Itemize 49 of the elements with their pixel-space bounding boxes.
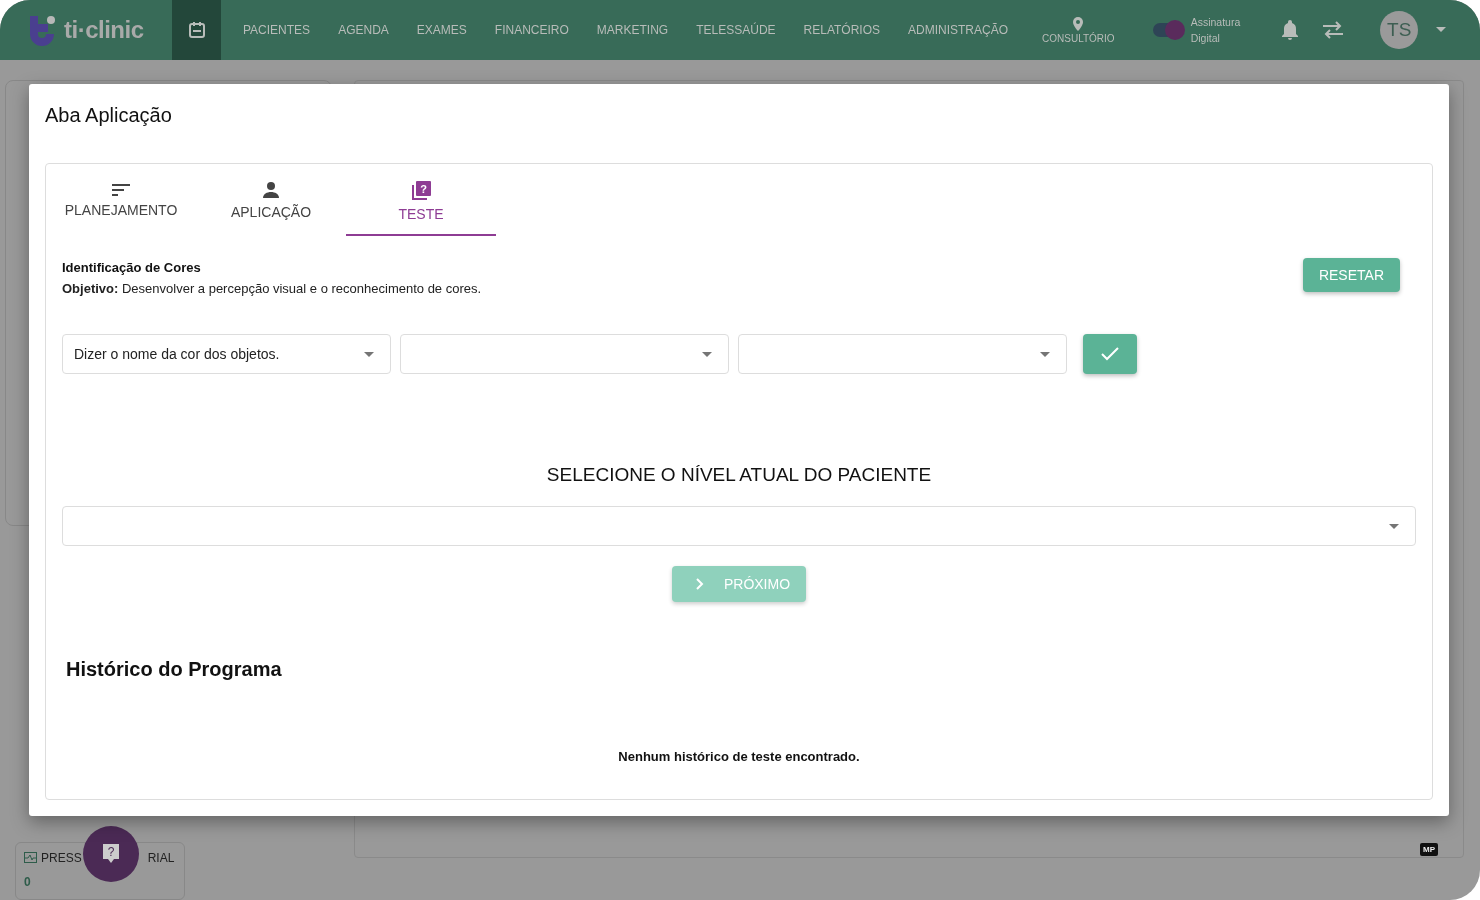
nav-link[interactable]: EXAMES (402, 23, 481, 37)
modal-title: Aba Aplicação (45, 104, 173, 127)
caret-icon (1040, 351, 1050, 357)
nav-link[interactable]: ADMINISTRAÇÃO (894, 23, 1023, 37)
calendar-icon (187, 21, 206, 39)
level-dropdown-field[interactable] (62, 506, 1416, 546)
section-heading: SELECIONE O NÍVEL ATUAL DO PACIENTE (545, 464, 933, 486)
caret-icon (1389, 523, 1399, 529)
caret-icon[interactable] (1436, 27, 1447, 33)
card-value: 0 (24, 874, 32, 889)
tab[interactable]: APLICAÇÃO (196, 164, 346, 236)
swap-arrows-icon[interactable] (1322, 21, 1345, 39)
tab[interactable]: ? TESTE (346, 164, 496, 236)
heart-monitor-icon (24, 852, 37, 864)
dropdown-field[interactable] (400, 334, 729, 374)
corner-badge: MP (1420, 843, 1438, 856)
nav-link[interactable]: TELESSAÚDE (682, 23, 790, 37)
reset-button[interactable]: RESETAR (1302, 258, 1400, 292)
card-label: RIAL (147, 850, 175, 865)
signature-toggle[interactable] (1152, 23, 1183, 37)
calendar-button[interactable] (172, 0, 221, 60)
nav-link[interactable]: AGENDA (324, 23, 403, 37)
person-icon (262, 181, 280, 199)
empty-message: Nenhum histórico de teste encontrado. (617, 749, 861, 764)
location-pin-icon (1073, 16, 1084, 31)
caret-icon (364, 351, 374, 357)
caret-icon (702, 351, 712, 357)
objective-text: Objetivo: Desenvolver a percepção visual e o reconhecimento de cores. (62, 281, 482, 296)
user-avatar[interactable]: TS (1380, 11, 1419, 49)
location-label[interactable]: CONSULTÓRIO (1042, 32, 1115, 44)
activity-title: Identificação de Cores (62, 260, 202, 275)
logo-text: ti·clinic (64, 16, 144, 44)
sort-lines-icon (111, 183, 131, 197)
dropdown-field[interactable]: Dizer o nome da cor dos objetos. (62, 334, 391, 374)
card-label: PRESS (41, 850, 82, 865)
check-icon (1100, 346, 1120, 362)
nav-link[interactable]: FINANCEIRO (480, 23, 583, 37)
history-heading: Histórico do Programa (66, 658, 283, 681)
notification-bell-icon[interactable] (1280, 19, 1301, 41)
dropdown-field[interactable] (738, 334, 1067, 374)
help-button[interactable]: ? (83, 826, 139, 882)
confirm-button[interactable] (1083, 334, 1137, 374)
help-icon: ? (101, 843, 121, 865)
chevron-right-icon (695, 578, 704, 590)
nav-link[interactable]: PACIENTES (229, 23, 325, 37)
tab[interactable]: PLANEJAMENTO (46, 164, 196, 236)
nav-link[interactable]: RELATÓRIOS (789, 23, 894, 37)
signature-label: Assinatura Digital (1190, 15, 1241, 46)
nav-link[interactable]: MARKETING (582, 23, 683, 37)
